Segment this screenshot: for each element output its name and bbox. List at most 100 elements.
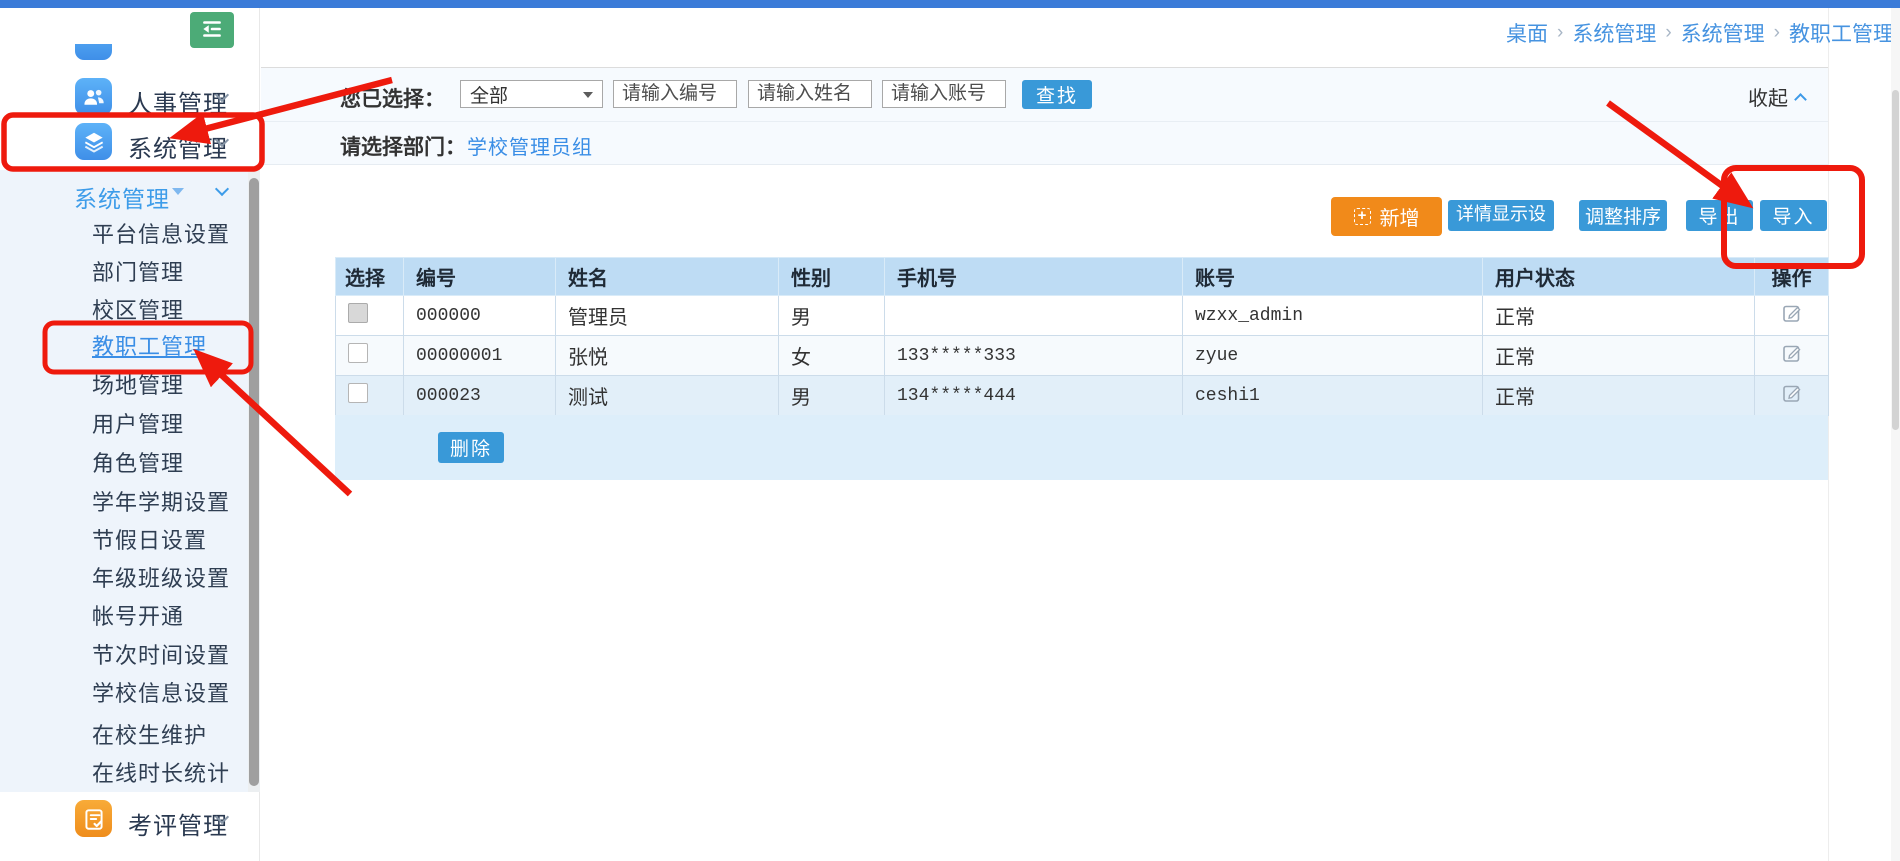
cell-account: ceshi1	[1183, 376, 1483, 416]
col-header-status: 用户状态	[1483, 258, 1755, 296]
cell-name: 管理员	[556, 296, 779, 336]
staff-name-input[interactable]	[748, 80, 872, 108]
cell-phone	[885, 296, 1183, 336]
breadcrumb-item-desktop[interactable]: 桌面	[1506, 18, 1548, 48]
table-footer-band	[335, 415, 1828, 480]
content-right-border	[1828, 8, 1829, 861]
type-select-value: 全部	[470, 81, 508, 108]
search-button[interactable]: 查找	[1022, 80, 1092, 109]
breadcrumb: 桌面 › 系统管理 › 系统管理 › 教职工管理	[1506, 18, 1894, 48]
col-header-account: 账号	[1183, 258, 1483, 296]
staff-table: 选择 编号 姓名 性别 手机号 账号 用户状态 操作 000000 管理员 男	[335, 257, 1828, 416]
col-header-id: 编号	[404, 258, 556, 296]
cell-id: 000023	[404, 376, 556, 416]
row-checkbox[interactable]	[348, 343, 368, 363]
plus-icon: +	[1354, 208, 1371, 225]
col-header-select: 选择	[336, 258, 404, 296]
table-row: 000023 测试 男 134*****444 ceshi1 正常	[336, 376, 1829, 416]
submenu-header-system[interactable]: 系统管理	[74, 180, 170, 214]
export-button[interactable]: 导出	[1686, 200, 1753, 231]
layers-icon	[75, 123, 112, 160]
cell-gender: 男	[779, 376, 885, 416]
submenu-item[interactable]: 节假日设置	[92, 527, 207, 555]
breadcrumb-item-system2[interactable]: 系统管理	[1681, 18, 1765, 48]
submenu-item[interactable]: 角色管理	[92, 450, 184, 478]
caret-down-icon	[172, 188, 184, 195]
cell-name: 测试	[556, 376, 779, 416]
menu-fold-icon	[199, 16, 225, 45]
submenu-item[interactable]: 用户管理	[92, 411, 184, 439]
edit-icon[interactable]	[1781, 302, 1803, 324]
cell-status: 正常	[1483, 296, 1755, 336]
submenu-item[interactable]: 在校生维护	[92, 722, 207, 750]
edit-icon[interactable]	[1781, 382, 1803, 404]
table-row: 000000 管理员 男 wzxx_admin 正常	[336, 296, 1829, 336]
cell-status: 正常	[1483, 336, 1755, 376]
submenu-item[interactable]: 年级班级设置	[92, 565, 230, 593]
adjust-order-button[interactable]: 调整排序	[1579, 200, 1667, 231]
cell-phone: 133*****333	[885, 336, 1183, 376]
edit-icon[interactable]	[1781, 342, 1803, 364]
cell-gender: 女	[779, 336, 885, 376]
col-header-name: 姓名	[556, 258, 779, 296]
people-icon	[75, 78, 112, 115]
cell-name: 张悦	[556, 336, 779, 376]
cell-phone: 134*****444	[885, 376, 1183, 416]
sidebar-collapse-button[interactable]	[190, 12, 234, 48]
sidebar-item-system[interactable]: 系统管理	[128, 129, 228, 164]
add-button[interactable]: + 新增	[1331, 197, 1442, 236]
chevron-up-icon	[1794, 93, 1807, 106]
submenu-item[interactable]: 在线时长统计	[92, 760, 230, 788]
submenu-item[interactable]: 节次时间设置	[92, 642, 230, 670]
page-scrollbar-thumb[interactable]	[1892, 90, 1899, 430]
submenu-item[interactable]: 校区管理	[92, 297, 184, 325]
type-select[interactable]: 全部	[460, 80, 603, 108]
sidebar-item-hr[interactable]: 人事管理	[128, 84, 228, 119]
submenu-item[interactable]: 帐号开通	[92, 603, 184, 631]
breadcrumb-item-system1[interactable]: 系统管理	[1572, 18, 1656, 48]
breadcrumb-separator: ›	[1665, 22, 1671, 44]
col-header-gender: 性别	[779, 258, 885, 296]
cell-gender: 男	[779, 296, 885, 336]
delete-button[interactable]: 删除	[438, 432, 504, 463]
clipboard-icon	[75, 800, 112, 837]
caret-down-icon	[583, 92, 593, 98]
detail-display-settings-button[interactable]: 详情显示设置	[1448, 200, 1554, 231]
cell-account: zyue	[1183, 336, 1483, 376]
breadcrumb-item-staff[interactable]: 教职工管理	[1789, 18, 1894, 48]
table-row: 00000001 张悦 女 133*****333 zyue 正常	[336, 336, 1829, 376]
selected-filter-label: 您已选择：	[340, 83, 445, 113]
sidebar-scrollbar-thumb[interactable]	[249, 178, 259, 786]
dept-filter-label: 请选择部门：	[340, 131, 466, 161]
collapse-label: 收起	[1748, 82, 1788, 111]
staff-id-input[interactable]	[613, 80, 737, 108]
submenu-item-active[interactable]: 教职工管理	[92, 333, 207, 361]
submenu-item[interactable]: 场地管理	[92, 372, 184, 400]
top-accent-bar	[0, 0, 1900, 8]
row-checkbox[interactable]	[348, 303, 368, 323]
collapse-filter-link[interactable]: 收起	[1748, 82, 1805, 111]
breadcrumb-separator: ›	[1557, 22, 1563, 44]
submenu-item[interactable]: 部门管理	[92, 259, 184, 287]
import-button[interactable]: 导入	[1760, 200, 1827, 231]
staff-account-input[interactable]	[882, 80, 1006, 108]
page: 人事管理 系统管理 系统管理 平台信息设置 部门管理 校区管理 教职工管理 场地…	[0, 0, 1900, 861]
add-button-label: 新增	[1380, 202, 1420, 231]
cell-id: 000000	[404, 296, 556, 336]
submenu-item[interactable]: 学年学期设置	[92, 489, 230, 517]
table-header-row: 选择 编号 姓名 性别 手机号 账号 用户状态 操作	[336, 258, 1829, 296]
sidebar-item-evaluation[interactable]: 考评管理	[128, 806, 228, 841]
submenu-item[interactable]: 平台信息设置	[92, 221, 230, 249]
cell-id: 00000001	[404, 336, 556, 376]
cell-account: wzxx_admin	[1183, 296, 1483, 336]
sidebar-item-partial	[75, 44, 112, 60]
filter-row-divider	[261, 121, 1828, 122]
row-checkbox[interactable]	[348, 383, 368, 403]
col-header-phone: 手机号	[885, 258, 1183, 296]
breadcrumb-separator: ›	[1774, 22, 1780, 44]
dept-link[interactable]: 学校管理员组	[467, 131, 593, 160]
app-icon	[75, 44, 112, 60]
col-header-actions: 操作	[1755, 258, 1829, 296]
submenu-item[interactable]: 学校信息设置	[92, 680, 230, 708]
cell-status: 正常	[1483, 376, 1755, 416]
